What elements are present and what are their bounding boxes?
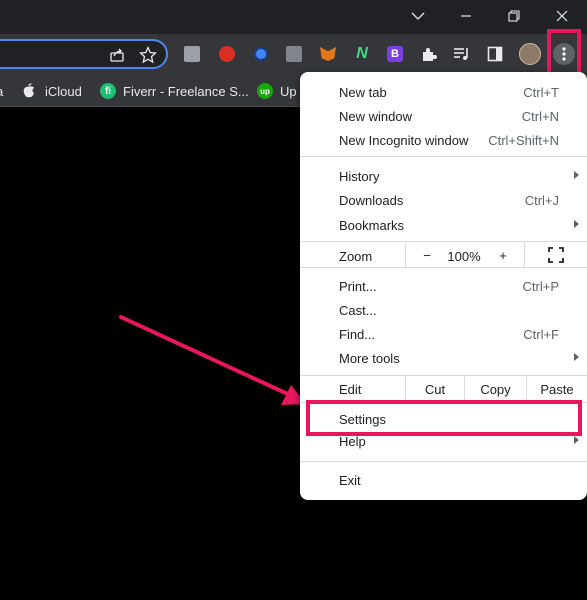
menu-item-cast[interactable]: Cast... — [300, 298, 587, 322]
fullscreen-button[interactable] — [548, 247, 564, 263]
zoom-label: Zoom — [339, 249, 373, 264]
menu-item-downloads[interactable]: Downloads Ctrl+J — [300, 188, 587, 212]
menu-item-shortcut: Ctrl+F — [523, 327, 559, 342]
menu-item-label: Help — [339, 434, 366, 449]
menu-item-label: History — [339, 169, 380, 184]
menu-item-label: Exit — [339, 473, 361, 488]
menu-item-new-incognito-window[interactable]: New Incognito window Ctrl+Shift+N — [300, 128, 587, 152]
menu-item-label: Cast... — [339, 303, 377, 318]
menu-item-history[interactable]: History — [300, 164, 587, 188]
menu-item-label: New window — [339, 109, 412, 124]
zoom-in-button[interactable]: + — [495, 248, 511, 263]
menu-item-label: Print... — [339, 279, 377, 294]
menu-item-bookmarks[interactable]: Bookmarks — [300, 213, 587, 237]
menu-item-label: New Incognito window — [339, 133, 469, 148]
cut-button[interactable]: Cut — [406, 382, 464, 397]
menu-item-settings[interactable]: Settings — [300, 407, 587, 431]
submenu-arrow-icon — [574, 436, 579, 444]
submenu-arrow-icon — [574, 353, 579, 361]
zoom-out-button[interactable]: − — [419, 248, 435, 263]
paste-button[interactable]: Paste — [527, 382, 587, 397]
menu-item-shortcut: Ctrl+P — [522, 279, 559, 294]
menu-divider — [300, 375, 587, 376]
fullscreen-icon — [548, 247, 564, 263]
menu-item-help[interactable]: Help — [300, 432, 587, 456]
copy-button[interactable]: Copy — [465, 382, 526, 397]
menu-item-find[interactable]: Find... Ctrl+F — [300, 322, 587, 346]
zoom-divider — [524, 242, 525, 267]
menu-divider — [300, 241, 587, 242]
menu-item-new-tab[interactable]: New tab Ctrl+T — [300, 80, 587, 104]
menu-divider — [300, 156, 587, 157]
menu-item-label: Settings — [339, 412, 386, 427]
submenu-arrow-icon — [574, 171, 579, 179]
menu-item-label: Bookmarks — [339, 218, 405, 233]
edit-label: Edit — [339, 382, 362, 397]
menu-item-shortcut: Ctrl+N — [521, 109, 559, 124]
chrome-menu: New tab Ctrl+T New window Ctrl+N New Inc… — [300, 72, 587, 500]
menu-item-print[interactable]: Print... Ctrl+P — [300, 274, 587, 298]
menu-item-new-window[interactable]: New window Ctrl+N — [300, 104, 587, 128]
submenu-arrow-icon — [574, 220, 579, 228]
menu-item-more-tools[interactable]: More tools — [300, 346, 587, 370]
menu-item-label: New tab — [339, 85, 387, 100]
menu-divider — [300, 461, 587, 462]
zoom-divider — [405, 242, 406, 267]
menu-item-label: Find... — [339, 327, 376, 342]
menu-item-label: Downloads — [339, 193, 404, 208]
menu-divider — [300, 267, 587, 268]
menu-item-shortcut: Ctrl+Shift+N — [488, 133, 559, 148]
menu-item-exit[interactable]: Exit — [300, 468, 587, 492]
menu-item-shortcut: Ctrl+T — [523, 85, 559, 100]
zoom-level: 100% — [447, 249, 481, 264]
menu-divider — [300, 402, 587, 403]
menu-item-shortcut: Ctrl+J — [524, 193, 559, 208]
menu-item-label: More tools — [339, 351, 400, 366]
